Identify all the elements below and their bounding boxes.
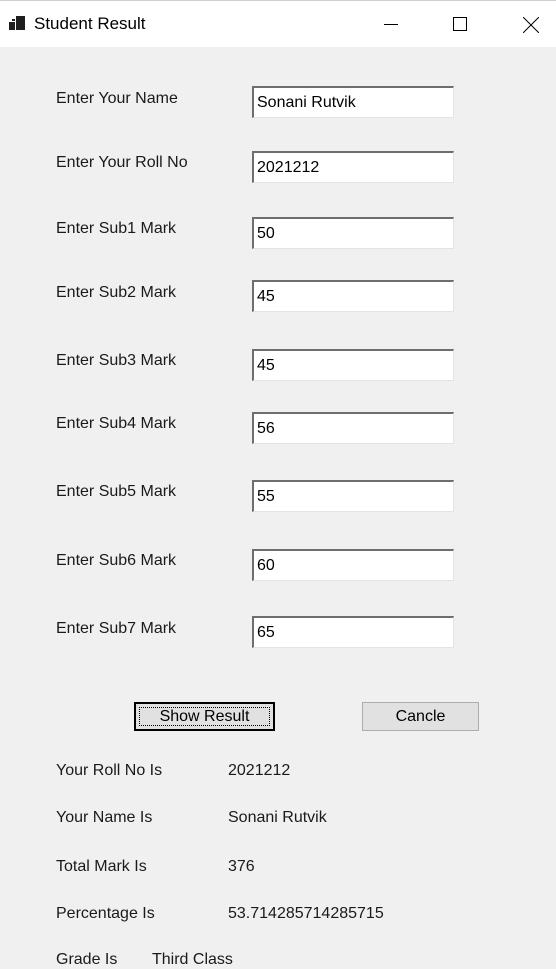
cancel-label: Cancle xyxy=(395,707,446,725)
app-window-icon xyxy=(9,16,25,32)
sub7-input[interactable] xyxy=(252,616,454,648)
window-title: Student Result xyxy=(34,14,146,33)
sub7-label: Enter Sub7 Mark xyxy=(56,620,177,637)
result-roll-label: Your Roll No Is xyxy=(56,762,163,779)
sub4-input[interactable] xyxy=(252,412,454,444)
result-total-value: 376 xyxy=(228,858,255,875)
result-roll-value: 2021212 xyxy=(228,762,291,779)
name-input[interactable] xyxy=(252,86,454,118)
result-total-label: Total Mark Is xyxy=(56,858,147,875)
sub3-label: Enter Sub3 Mark xyxy=(56,352,177,369)
sub5-label: Enter Sub5 Mark xyxy=(56,483,177,500)
minimize-button[interactable] xyxy=(368,1,414,47)
name-label: Enter Your Name xyxy=(56,90,178,107)
cancel-button[interactable]: Cancle xyxy=(362,702,479,731)
result-percentage-label: Percentage Is xyxy=(56,905,155,922)
show-result-label: Show Result xyxy=(139,707,270,726)
sub5-input[interactable] xyxy=(252,480,454,512)
sub4-label: Enter Sub4 Mark xyxy=(56,415,177,432)
sub6-label: Enter Sub6 Mark xyxy=(56,552,177,569)
result-name-value: Sonani Rutvik xyxy=(228,809,327,826)
close-button[interactable] xyxy=(507,1,553,47)
sub3-input[interactable] xyxy=(252,349,454,381)
result-percentage-value: 53.714285714285715 xyxy=(228,905,384,922)
maximize-icon xyxy=(453,17,467,31)
minimize-icon xyxy=(384,24,398,25)
sub6-input[interactable] xyxy=(252,549,454,581)
result-grade-value: Third Class xyxy=(152,951,233,968)
maximize-button[interactable] xyxy=(437,1,483,47)
result-grade-label: Grade Is xyxy=(56,951,118,968)
sub1-input[interactable] xyxy=(252,217,454,249)
roll-no-input[interactable] xyxy=(252,151,454,183)
result-name-label: Your Name Is xyxy=(56,809,153,826)
sub2-label: Enter Sub2 Mark xyxy=(56,284,177,301)
sub2-input[interactable] xyxy=(252,280,454,312)
show-result-button[interactable]: Show Result xyxy=(134,702,275,731)
sub1-label: Enter Sub1 Mark xyxy=(56,220,177,237)
close-icon xyxy=(523,17,539,33)
title-bar: Student Result xyxy=(0,0,556,47)
roll-no-label: Enter Your Roll No xyxy=(56,154,188,171)
